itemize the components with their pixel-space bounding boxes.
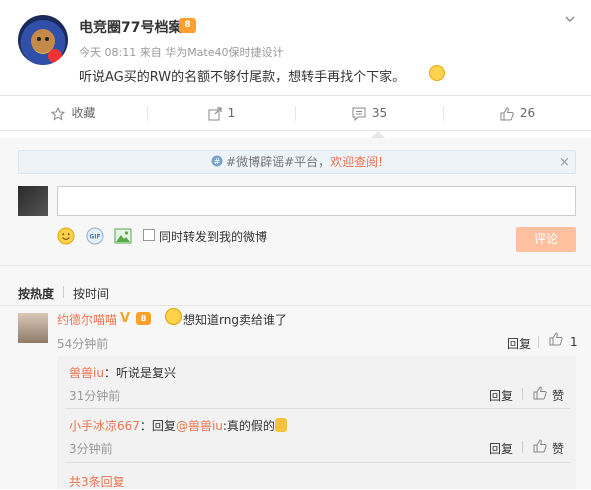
- reply-item: 兽兽iu：听说是复兴: [69, 364, 176, 381]
- share-icon: [208, 106, 222, 120]
- svg-text:#: #: [214, 157, 221, 166]
- like-label[interactable]: 赞: [552, 440, 564, 457]
- avatar-eye: [37, 37, 41, 41]
- forward-checkbox[interactable]: [143, 229, 155, 241]
- doge-emoji-icon: [274, 418, 287, 432]
- sort-divider: [63, 286, 64, 298]
- reply-colon: ：: [103, 366, 116, 380]
- star-icon: [51, 106, 66, 121]
- reply-prefix: 回复: [151, 419, 176, 433]
- thumbs-up-icon[interactable]: [549, 332, 563, 346]
- author-avatar[interactable]: [18, 15, 68, 65]
- svg-text:GIF: GIF: [89, 234, 100, 241]
- commenter-name[interactable]: 约德尔喵喵: [57, 311, 117, 328]
- forward-label[interactable]: 同时转发到我的微博: [159, 228, 267, 245]
- more-replies-link[interactable]: 共3条回复: [69, 473, 125, 490]
- reply-time: 3分钟前: [69, 442, 113, 456]
- cat-emoji-icon: [165, 308, 182, 325]
- comment-input[interactable]: [57, 186, 576, 216]
- notice-hashtag[interactable]: #微博辟谣#平台，: [226, 155, 330, 169]
- avatar-eye: [45, 37, 49, 41]
- notice-welcome: 欢迎查阅!: [330, 155, 383, 169]
- reply-list: 兽兽iu：听说是复兴 31分钟前 回复 赞 小手冰凉667：回复@兽兽iu:真的…: [57, 356, 576, 489]
- like-label[interactable]: 赞: [552, 387, 564, 404]
- laughing-emoji-icon: [429, 65, 445, 81]
- comment-button[interactable]: 35: [296, 96, 443, 130]
- divider: [65, 462, 570, 463]
- divider: [0, 305, 591, 306]
- mention-link[interactable]: @兽兽iu: [176, 419, 223, 433]
- comment-like-count: 1: [570, 335, 578, 349]
- reply-button[interactable]: 回复: [507, 335, 531, 352]
- sort-by-hot-tab[interactable]: 按热度: [18, 285, 54, 302]
- thumbs-up-icon[interactable]: [533, 439, 547, 453]
- comment-count: 35: [371, 106, 388, 120]
- divider: [0, 265, 591, 266]
- action-divider: [522, 441, 523, 453]
- verified-v-icon: V: [120, 311, 131, 326]
- reply-author[interactable]: 小手冰凉667: [69, 419, 140, 433]
- reply-item: 小手冰凉667：回复@兽兽iu:真的假的: [69, 417, 287, 434]
- reply-text: 听说是复兴: [115, 366, 176, 380]
- chevron-down-icon[interactable]: [565, 14, 575, 24]
- hashtag-icon: #: [211, 155, 223, 167]
- submit-comment-button[interactable]: 评论: [516, 227, 576, 252]
- like-button[interactable]: 26: [444, 96, 591, 130]
- post-action-bar: 收藏 1 35 26: [0, 95, 591, 131]
- comment-caret: [371, 131, 385, 138]
- reply-button[interactable]: 回复: [489, 387, 513, 404]
- reply-time: 31分钟前: [69, 389, 121, 403]
- reply-text: :真的假的: [222, 419, 275, 433]
- comment-time: 54分钟前: [57, 337, 109, 351]
- close-icon[interactable]: ×: [559, 155, 570, 170]
- post-text: 听说AG买的RW的名额不够付尾款，想转手再找个下家。: [79, 70, 406, 85]
- reply-author[interactable]: 兽兽iu: [69, 366, 104, 380]
- thumbs-up-icon[interactable]: [533, 386, 547, 400]
- commenter-avatar[interactable]: [18, 313, 48, 343]
- smiley-icon[interactable]: [57, 227, 75, 245]
- share-button[interactable]: 1: [148, 96, 295, 130]
- my-avatar: [18, 186, 48, 216]
- sort-by-time-tab[interactable]: 按时间: [73, 285, 109, 302]
- divider: [65, 408, 570, 409]
- notice-banner[interactable]: # #微博辟谣#平台，欢迎查阅!: [18, 150, 576, 174]
- action-divider: [538, 336, 539, 348]
- reply-button[interactable]: 回复: [489, 440, 513, 457]
- comment-text: 想知道rng卖给谁了: [183, 313, 287, 327]
- like-count: 26: [519, 106, 536, 120]
- share-count: 1: [227, 106, 236, 120]
- vip-level-icon[interactable]: 8: [179, 18, 196, 33]
- vip-level-icon: 8: [136, 312, 151, 325]
- post-meta: 今天 08:11 来自 华为Mate40保时捷设计: [79, 46, 284, 59]
- action-divider: [522, 388, 523, 400]
- comment-icon: [352, 107, 366, 121]
- avatar-badge: [48, 49, 62, 63]
- image-icon[interactable]: [114, 227, 132, 245]
- favorite-label: 收藏: [71, 106, 96, 120]
- favorite-button[interactable]: 收藏: [0, 96, 147, 130]
- thumbs-up-icon: [500, 106, 514, 120]
- post-author-name[interactable]: 电竞圈77号档案: [79, 17, 182, 37]
- gif-icon[interactable]: GIF: [86, 227, 104, 245]
- reply-colon: ：: [139, 419, 152, 433]
